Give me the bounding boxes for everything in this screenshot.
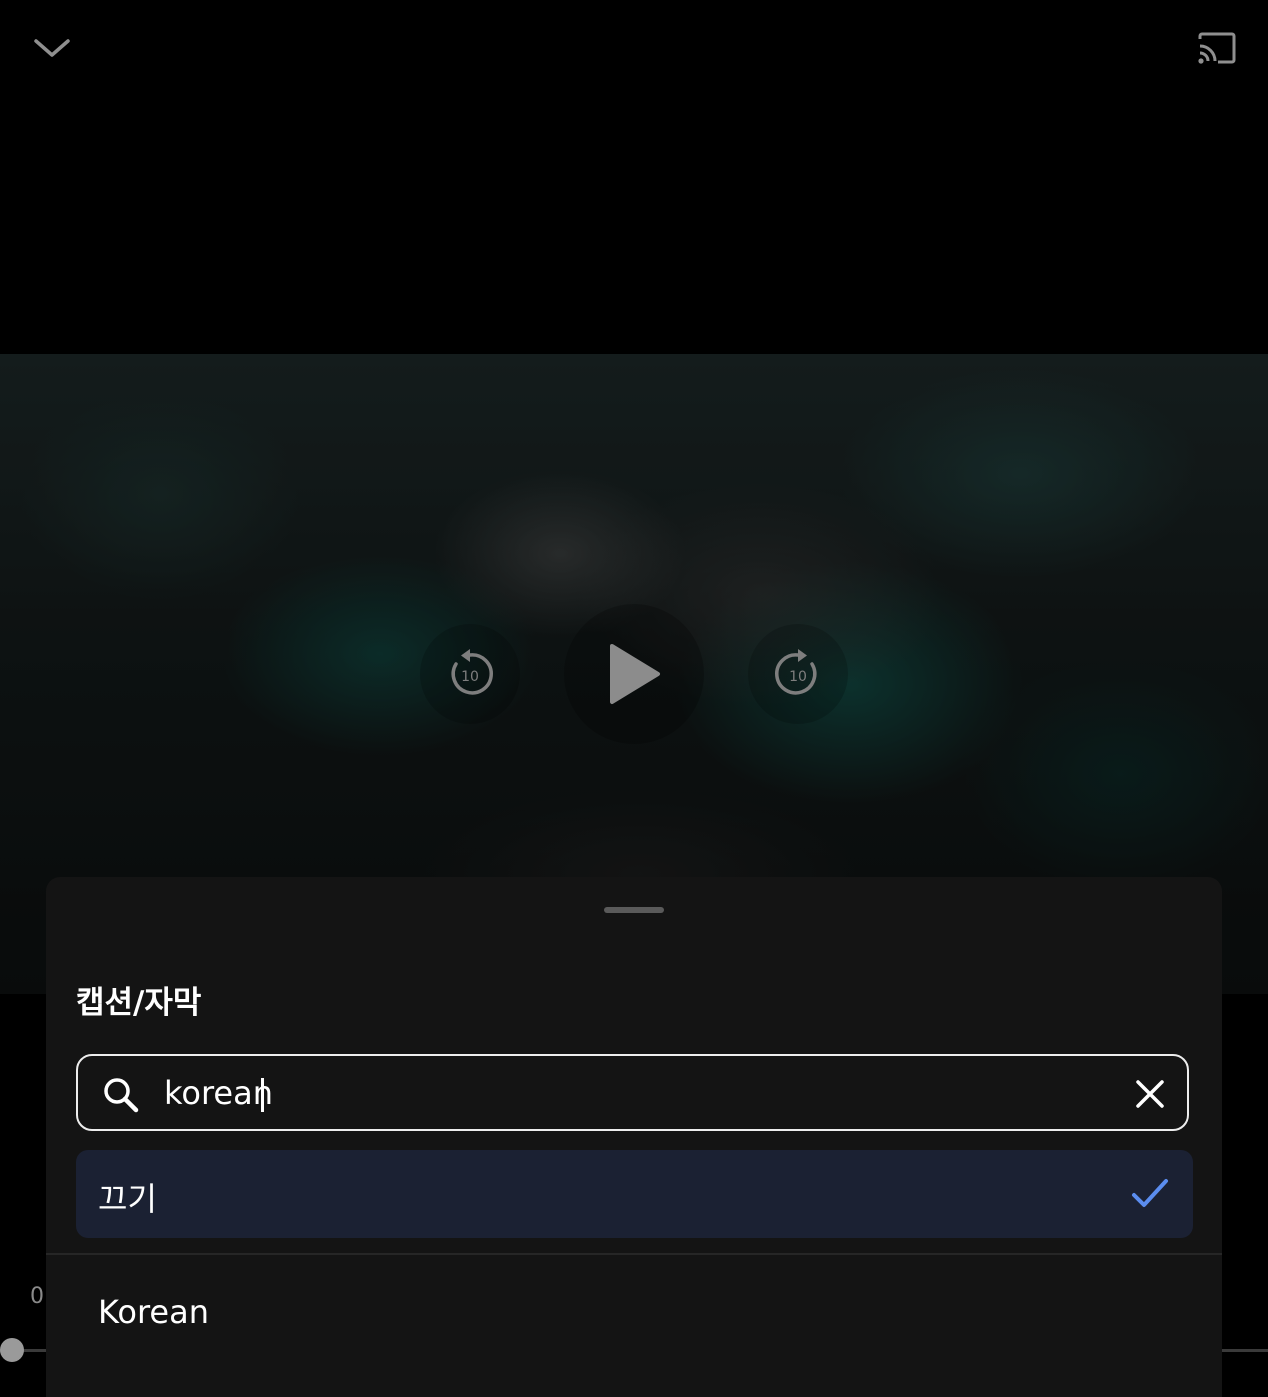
- rewind-button[interactable]: 10: [420, 624, 520, 724]
- collapse-button[interactable]: [26, 24, 78, 72]
- current-time: 0: [30, 1284, 44, 1309]
- search-input[interactable]: [164, 1068, 1084, 1118]
- divider: [46, 1253, 1222, 1255]
- text-cursor: [261, 1078, 264, 1112]
- captions-bottom-sheet: 캡션/자막 끄기 Korean: [46, 877, 1222, 1397]
- player-top-bar: [0, 0, 1268, 100]
- caption-option-korean[interactable]: Korean: [76, 1275, 1193, 1355]
- caption-option-off[interactable]: 끄기: [76, 1150, 1193, 1238]
- cast-icon: [1198, 32, 1236, 64]
- forward-10-icon: 10: [775, 649, 817, 695]
- option-label: Korean: [98, 1293, 209, 1331]
- chevron-down-icon: [34, 39, 70, 57]
- svg-text:10: 10: [461, 669, 479, 685]
- search-icon: [104, 1078, 139, 1113]
- option-label: 끄기: [98, 1180, 157, 1218]
- forward-button[interactable]: 10: [748, 624, 848, 724]
- play-icon: [610, 644, 660, 704]
- check-icon: [1132, 1179, 1168, 1207]
- sheet-title: 캡션/자막: [76, 985, 202, 1021]
- close-icon: [1136, 1080, 1164, 1108]
- play-button[interactable]: [564, 604, 704, 744]
- clear-search-button[interactable]: [1130, 1074, 1170, 1114]
- sheet-drag-handle[interactable]: [604, 907, 664, 913]
- rewind-10-icon: 10: [451, 649, 493, 695]
- svg-text:10: 10: [789, 669, 807, 685]
- cast-button[interactable]: [1190, 24, 1244, 72]
- language-search-box[interactable]: [76, 1054, 1189, 1131]
- seek-thumb[interactable]: [0, 1338, 24, 1362]
